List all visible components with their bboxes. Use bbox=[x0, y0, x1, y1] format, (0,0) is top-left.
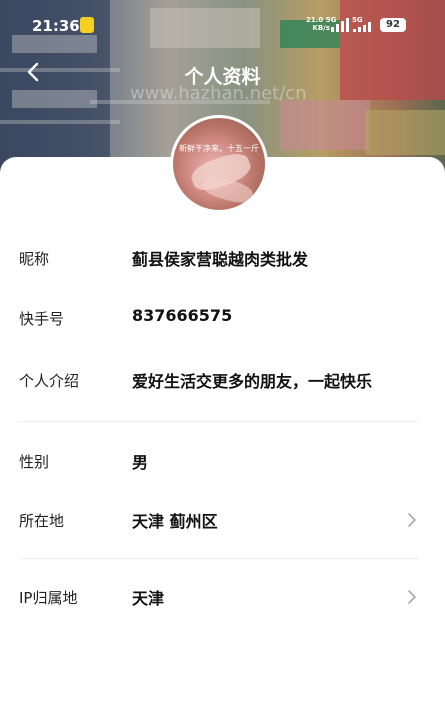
kuaishou-id-value: 837666575 bbox=[132, 306, 233, 325]
location-row[interactable]: 所在地 天津 蓟州区 bbox=[0, 500, 445, 540]
ip-location-row[interactable]: IP归属地 天津 bbox=[0, 577, 445, 617]
location-value: 天津 蓟州区 bbox=[132, 512, 218, 531]
ip-location-value: 天津 bbox=[132, 589, 165, 608]
section-divider bbox=[19, 421, 419, 422]
kuaishou-id-row[interactable]: 快手号 837666575 bbox=[0, 298, 445, 338]
bio-label: 个人介绍 bbox=[19, 372, 80, 390]
status-bar: 21:36 21.0 5G KB/s 5G 92 bbox=[0, 0, 445, 52]
page-title: 个人资料 bbox=[184, 66, 261, 88]
nickname-row[interactable]: 昵称 蓟县侯家营聪越肉类批发 bbox=[0, 238, 445, 278]
status-time: 21:36 bbox=[32, 17, 80, 35]
kuaishou-id-label: 快手号 bbox=[19, 310, 65, 328]
chevron-right-icon bbox=[408, 590, 416, 604]
bio-value: 爱好生活交更多的朋友，一起快乐 bbox=[132, 372, 373, 391]
gender-row[interactable]: 性别 男 bbox=[0, 441, 445, 481]
nickname-value: 蓟县侯家营聪越肉类批发 bbox=[132, 250, 309, 269]
bio-row[interactable]: 个人介绍 爱好生活交更多的朋友，一起快乐 bbox=[0, 360, 445, 400]
location-label: 所在地 bbox=[19, 512, 65, 530]
notification-app-icon bbox=[80, 17, 94, 33]
gender-label: 性别 bbox=[19, 453, 50, 471]
section-divider-2 bbox=[19, 558, 419, 559]
nickname-label: 昵称 bbox=[19, 250, 50, 268]
avatar[interactable]: 新鲜干净来，十五一斤 bbox=[170, 115, 268, 213]
battery-indicator: 92 bbox=[380, 18, 406, 32]
signal-strength-icon bbox=[331, 18, 349, 32]
signal-strength-icon-2 bbox=[353, 22, 371, 32]
gender-value: 男 bbox=[132, 453, 149, 472]
chevron-right-icon bbox=[408, 513, 416, 527]
ip-location-label: IP归属地 bbox=[19, 589, 78, 607]
avatar-caption: 新鲜干净来，十五一斤 bbox=[179, 144, 259, 153]
